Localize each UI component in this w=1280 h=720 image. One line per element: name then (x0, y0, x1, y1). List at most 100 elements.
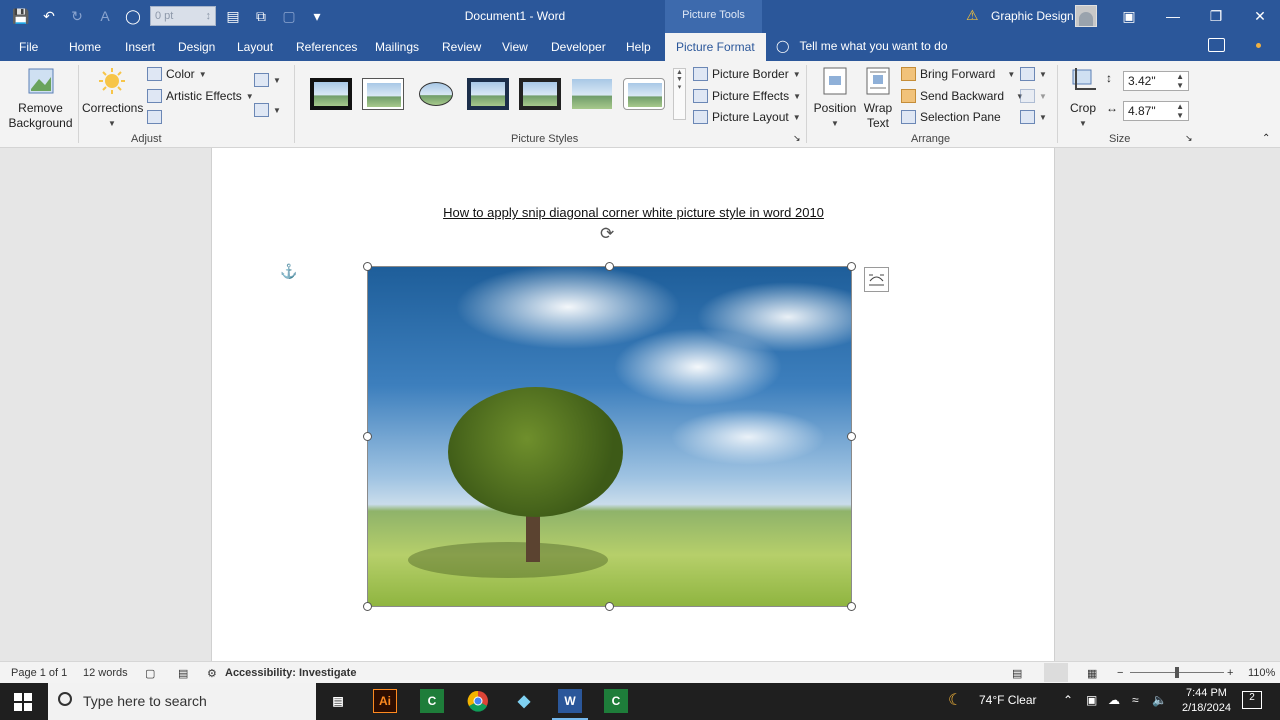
tab-design[interactable]: Design (178, 40, 215, 54)
style-thumb-2[interactable] (362, 78, 404, 110)
chrome-icon[interactable] (466, 689, 490, 713)
camtasia-icon[interactable]: C (420, 689, 444, 713)
tab-view[interactable]: View (502, 40, 528, 54)
tab-review[interactable]: Review (442, 40, 481, 54)
accessibility-status[interactable]: Accessibility: Investigate (225, 667, 356, 679)
clock[interactable]: 7:44 PM 2/18/2024 (1182, 686, 1231, 716)
warning-icon[interactable]: ⚠ (966, 7, 979, 24)
minimize-icon[interactable]: — (1161, 6, 1185, 26)
bring-forward-button[interactable]: Bring Forward ▼ (901, 67, 1015, 81)
align-button[interactable]: ▼ (1020, 67, 1047, 81)
gallery-scrollbar[interactable]: ▲ ▼ ▾ (673, 68, 686, 120)
avatar[interactable] (1075, 5, 1097, 27)
shape-icon[interactable]: ◯ (122, 5, 144, 27)
windows-start-icon[interactable] (14, 693, 32, 711)
wrap-text-button[interactable]: Wrap Text (860, 67, 896, 131)
picture-effects-button[interactable]: Picture Effects ▼ (693, 89, 801, 103)
shape-dropdown-icon[interactable]: ▢ (278, 5, 300, 27)
table-icon[interactable]: ▤ (222, 5, 244, 27)
tab-insert[interactable]: Insert (125, 40, 155, 54)
rotate-button[interactable]: ▼ (1020, 110, 1047, 124)
size-launcher-icon[interactable]: ↘ (1185, 133, 1193, 144)
user-name[interactable]: Graphic Design (991, 9, 1074, 23)
proofing-icon[interactable]: ▢ (145, 667, 155, 680)
style-thumb-5[interactable] (519, 78, 561, 110)
print-layout-icon[interactable] (1044, 663, 1068, 682)
artistic-effects-button[interactable]: Artistic Effects ▼ (147, 89, 254, 103)
save-icon[interactable]: 💾 (10, 5, 32, 27)
remove-background-button[interactable]: Remove Background (8, 67, 73, 131)
ribbon-display-icon[interactable]: ▣ (1117, 6, 1141, 26)
resize-handle-left[interactable] (363, 432, 372, 441)
style-thumb-1[interactable] (310, 78, 352, 110)
format-painter-icon[interactable]: A (94, 5, 116, 27)
anchor-icon[interactable]: ⚓ (280, 263, 297, 280)
spinner-icon[interactable]: ▲ ▼ (1176, 102, 1184, 120)
illustrator-icon[interactable]: Ai (373, 689, 397, 713)
tab-help[interactable]: Help (626, 40, 651, 54)
weather-text[interactable]: 74°F Clear (979, 693, 1037, 707)
taskbar-search[interactable]: Type here to search (48, 683, 316, 720)
undo-icon[interactable]: ↶ (38, 5, 60, 27)
cloud-icon[interactable]: ☁ (1108, 693, 1120, 707)
format-picture-launcher-icon[interactable]: ↘ (793, 133, 801, 144)
rotate-handle-icon[interactable]: ⟳ (600, 224, 620, 244)
app-icon[interactable]: ◆ (512, 689, 536, 713)
spinner-icon[interactable]: ▲ ▼ (1176, 72, 1184, 90)
font-size-box[interactable]: 0 pt ↕ (150, 6, 216, 26)
crop-button[interactable]: Crop ▼ (1065, 67, 1101, 131)
group-objects-button[interactable]: ▼ (1020, 89, 1047, 103)
shape-height-input[interactable]: 3.42" ▲ ▼ (1123, 71, 1189, 91)
resize-handle-top-left[interactable] (363, 262, 372, 271)
close-icon[interactable]: ✕ (1248, 6, 1272, 26)
tab-mailings[interactable]: Mailings (375, 40, 419, 54)
zoom-in-icon[interactable]: + (1227, 667, 1233, 679)
resize-handle-bottom-left[interactable] (363, 602, 372, 611)
group-icon[interactable]: ⧉ (250, 5, 272, 27)
selection-pane-button[interactable]: Selection Pane (901, 110, 1001, 124)
layout-options-button[interactable] (864, 267, 889, 292)
meet-icon[interactable]: ▣ (1086, 693, 1097, 707)
color-button[interactable]: Color ▼ (147, 67, 207, 81)
style-thumb-6[interactable] (571, 78, 613, 110)
macro-icon[interactable]: ▤ (178, 667, 188, 680)
word-count[interactable]: 12 words (83, 667, 128, 679)
send-backward-button[interactable]: Send Backward▼ (901, 89, 1024, 103)
tab-references[interactable]: References (296, 40, 357, 54)
compress-pictures-button[interactable]: ▼ (254, 73, 281, 87)
style-thumb-3[interactable] (415, 78, 457, 110)
resize-handle-top[interactable] (605, 262, 614, 271)
tab-developer[interactable]: Developer (551, 40, 606, 54)
change-picture-button[interactable]: ▼ (254, 103, 281, 117)
zoom-level[interactable]: 110% (1248, 667, 1275, 679)
resize-handle-right[interactable] (847, 432, 856, 441)
style-thumb-7[interactable] (623, 78, 665, 110)
wifi-icon[interactable]: ≈ (1132, 693, 1139, 707)
task-view-icon[interactable]: ▤ (326, 689, 350, 713)
web-layout-icon[interactable]: ▦ (1087, 667, 1097, 680)
style-thumb-4[interactable] (467, 78, 509, 110)
shape-width-input[interactable]: 4.87" ▲ ▼ (1123, 101, 1189, 121)
tab-file[interactable]: File (19, 40, 38, 54)
tab-home[interactable]: Home (69, 40, 101, 54)
chevron-up-icon[interactable]: ⌃ (1063, 693, 1073, 707)
read-mode-icon[interactable]: ▤ (1012, 667, 1022, 680)
position-button[interactable]: Position ▼ (812, 67, 858, 131)
resize-handle-bottom-right[interactable] (847, 602, 856, 611)
document-heading[interactable]: How to apply snip diagonal corner white … (427, 205, 840, 220)
tab-layout[interactable]: Layout (237, 40, 273, 54)
customize-qat-icon[interactable]: ▾ (306, 5, 328, 27)
resize-handle-top-right[interactable] (847, 262, 856, 271)
page-count[interactable]: Page 1 of 1 (11, 667, 67, 679)
selected-picture[interactable] (367, 266, 852, 607)
tab-picture-format[interactable]: Picture Format (665, 33, 766, 61)
corrections-button[interactable]: Corrections ▼ (82, 67, 143, 131)
notifications-icon[interactable]: 2 (1242, 691, 1262, 709)
word-icon[interactable]: W (552, 689, 588, 720)
tell-me-search[interactable]: ◯ Tell me what you want to do (776, 39, 948, 53)
zoom-out-icon[interactable]: − (1117, 667, 1123, 679)
picture-layout-button[interactable]: Picture Layout ▼ (693, 110, 801, 124)
volume-icon[interactable]: 🔈 (1152, 693, 1167, 707)
zoom-slider-thumb[interactable] (1175, 667, 1179, 678)
collapse-ribbon-icon[interactable]: ⌃ (1262, 133, 1270, 144)
